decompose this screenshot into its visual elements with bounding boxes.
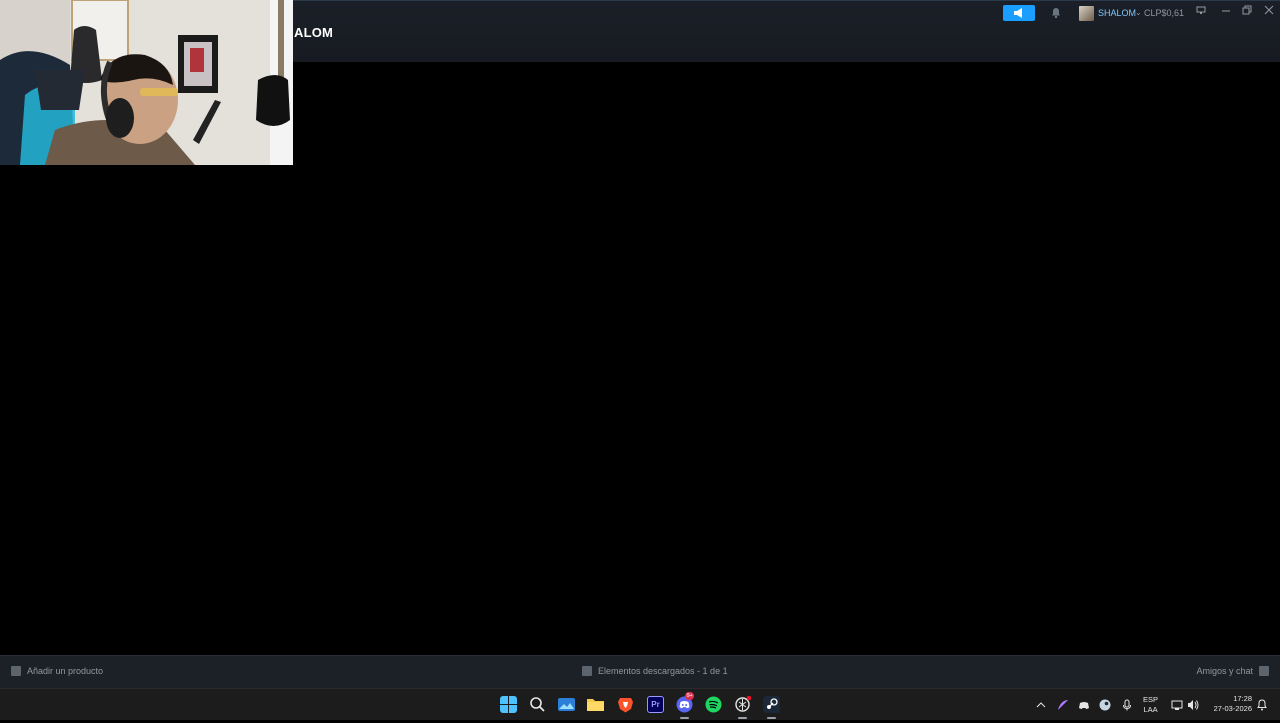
steam-bottom-bar: Añadir un producto Elementos descargados… [0, 655, 1280, 688]
brave-browser-icon[interactable] [617, 696, 634, 713]
chatgpt-icon[interactable] [734, 695, 752, 719]
plus-icon [11, 666, 21, 676]
volume-icon[interactable] [1187, 699, 1199, 711]
language-code: ESP [1143, 695, 1159, 704]
bell-icon[interactable] [1050, 7, 1062, 19]
microphone-icon[interactable] [1121, 699, 1133, 711]
discord-tray-icon[interactable] [1078, 699, 1090, 711]
input-language-indicator[interactable]: ESP LAA [1143, 695, 1158, 715]
downloads-label: Elementos descargados - 1 de 1 [598, 666, 728, 676]
chat-icon [1259, 666, 1269, 676]
premiere-pro-label: Pr [651, 700, 660, 709]
webcam-overlay [0, 0, 293, 165]
network-icon[interactable] [1171, 699, 1183, 711]
restore-icon[interactable] [1240, 5, 1254, 19]
friends-chat-label: Amigos y chat [1196, 666, 1253, 676]
broadcast-button[interactable] [1003, 5, 1035, 21]
downloads-button[interactable]: Elementos descargados - 1 de 1 [582, 666, 728, 676]
notification-center-icon[interactable] [1256, 699, 1268, 711]
megaphone-icon [1014, 8, 1022, 18]
friends-chat-button[interactable]: Amigos y chat [1196, 666, 1269, 676]
add-product-button[interactable]: Añadir un producto [11, 666, 103, 676]
close-icon[interactable] [1262, 5, 1276, 19]
file-explorer-icon[interactable] [587, 696, 604, 713]
minimize-icon[interactable] [1219, 5, 1233, 19]
windows-start-icon[interactable] [500, 696, 517, 713]
monitor-icon[interactable] [1194, 5, 1208, 19]
wallet-balance: CLP$0,61 [1144, 8, 1185, 18]
clock-time: 17:28 [1233, 694, 1252, 703]
download-icon [582, 666, 592, 676]
avatar[interactable] [1079, 6, 1094, 21]
windows-taskbar: Pr 9+ ESP LAA 17:28 27-03-2026 [0, 688, 1280, 720]
keyboard-layout: LAA [1143, 705, 1158, 714]
clock-date: 27-03-2026 [1213, 704, 1252, 713]
steam-icon[interactable] [763, 696, 780, 719]
webcam-feed [0, 0, 293, 165]
chevron-down-icon[interactable]: ⌄ [1135, 8, 1142, 17]
system-clock[interactable]: 17:28 27-03-2026 [1206, 694, 1252, 714]
add-product-label: Añadir un producto [27, 666, 104, 676]
feather-app-icon[interactable] [1057, 699, 1069, 711]
tray-overflow-icon[interactable] [1036, 689, 1046, 721]
photos-icon[interactable] [558, 696, 575, 713]
steam-tray-icon[interactable] [1099, 699, 1111, 711]
premiere-pro-icon[interactable]: Pr [647, 696, 664, 713]
discord-icon[interactable]: 9+ [676, 692, 695, 719]
search-icon[interactable] [529, 696, 546, 713]
username-menu[interactable]: SHALOM [1098, 8, 1136, 18]
spotify-icon[interactable] [705, 696, 722, 713]
page-title: ALOM [294, 25, 334, 40]
